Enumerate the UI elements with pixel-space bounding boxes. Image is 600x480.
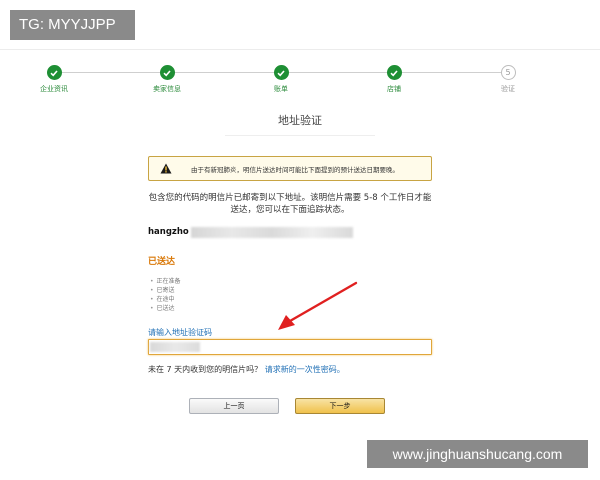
page-title: 地址验证 — [278, 114, 322, 127]
step-label: 店铺 — [387, 85, 401, 93]
verification-code-input[interactable] — [148, 339, 432, 355]
alert-text: 由于有新冠肺炎，明信片送达时间可能比下面提到的预计送达日期要晚。 — [191, 165, 399, 174]
progress-stepper: 企业资讯 卖家信息 账单 店铺 5 验证 — [0, 62, 600, 102]
warning-icon — [155, 163, 177, 174]
resend-help: 未在 7 天内收到您的明信片吗？ 请求新的一次性密码。 — [148, 364, 345, 375]
title-divider — [225, 135, 375, 136]
top-divider — [0, 49, 600, 50]
step-store: 店铺 — [354, 62, 434, 94]
status-item: 正在准备 — [150, 277, 181, 286]
mailing-info-text: 包含您的代码的明信片已邮寄到以下地址。该明信片需要 5-8 个工作日才能送达，您… — [148, 193, 432, 215]
step-seller-info: 卖家信息 — [127, 62, 207, 94]
covid-alert: 由于有新冠肺炎，明信片送达时间可能比下面提到的预计送达日期要晚。 — [148, 156, 432, 181]
check-icon — [386, 65, 402, 80]
step-label: 验证 — [501, 85, 515, 93]
step-verification: 5 验证 — [468, 62, 548, 94]
step-label: 账单 — [274, 85, 288, 93]
check-icon — [159, 65, 175, 80]
check-icon — [46, 65, 62, 80]
step-billing: 账单 — [241, 62, 321, 94]
next-button[interactable]: 下一步 — [295, 398, 385, 414]
step-number: 5 — [500, 65, 516, 80]
step-label: 企业资讯 — [40, 85, 68, 93]
status-item: 在途中 — [150, 295, 181, 304]
address-redacted — [190, 226, 353, 238]
address-text: hangzho — [148, 227, 189, 237]
tg-badge: TG: MYYJJPP — [10, 10, 135, 40]
resend-question: 未在 7 天内收到您的明信片吗？ — [148, 365, 263, 374]
request-new-code-link[interactable]: 请求新的一次性密码。 — [265, 365, 345, 374]
delivery-status-list: 正在准备 已寄送 在途中 已送达 — [150, 277, 181, 313]
verification-code-label: 请输入地址验证码 — [148, 328, 212, 337]
delivery-status-heading: 已送达 — [148, 257, 176, 267]
status-item: 已送达 — [150, 304, 181, 313]
step-company-info: 企业资讯 — [14, 62, 94, 94]
check-icon — [273, 65, 289, 80]
step-label: 卖家信息 — [153, 85, 181, 93]
status-item: 已寄送 — [150, 286, 181, 295]
previous-button[interactable]: 上一页 — [189, 398, 279, 414]
watermark: www.jinghuanshucang.com — [367, 440, 588, 468]
mailing-address: hangzho — [148, 226, 353, 238]
